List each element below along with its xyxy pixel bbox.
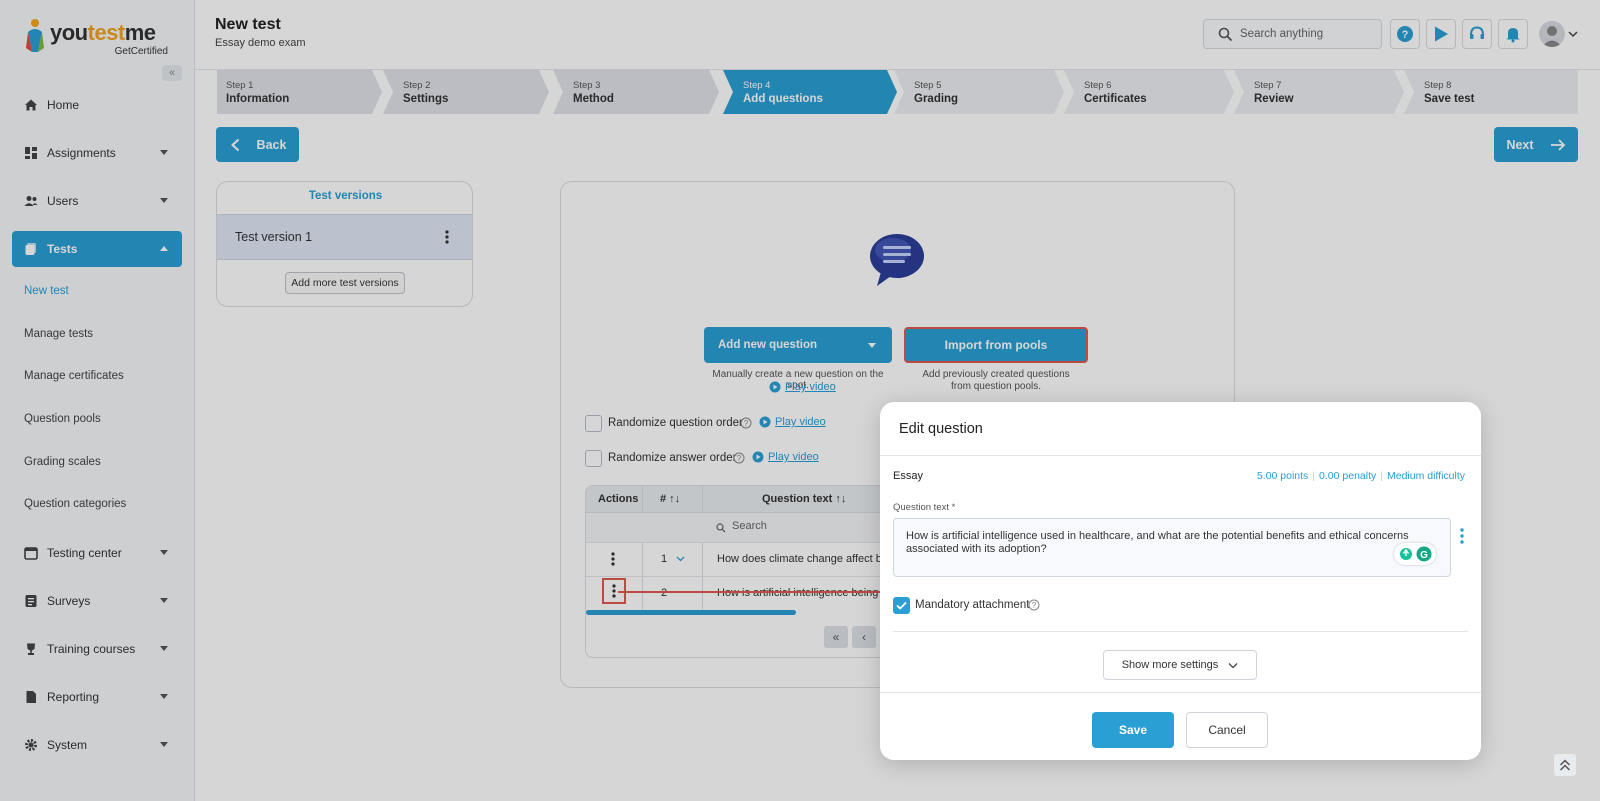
penalty-link[interactable]: 0.00 penalty	[1319, 470, 1376, 482]
svg-text:?: ?	[1032, 601, 1037, 610]
save-button[interactable]: Save	[1092, 712, 1174, 748]
checkmark-icon	[896, 601, 907, 610]
question-meta: 5.00 points | 0.00 penalty | Medium diff…	[1256, 470, 1465, 482]
mandatory-attachment-label: Mandatory attachment	[915, 599, 1030, 611]
chevron-down-icon	[1228, 662, 1238, 668]
edit-question-modal: Edit question Essay 5.00 points | 0.00 p…	[880, 402, 1481, 760]
lightbulb-icon	[1400, 548, 1412, 560]
editor-menu-icon[interactable]	[1460, 528, 1464, 544]
points-link[interactable]: 5.00 points	[1257, 470, 1308, 482]
grammarly-icon: G	[1416, 546, 1432, 562]
scroll-top-button[interactable]	[1554, 754, 1576, 776]
modal-title: Edit question	[899, 421, 983, 437]
question-text-label: Question text *	[893, 502, 956, 513]
double-chevron-up-icon	[1559, 759, 1571, 771]
help-circle-icon[interactable]: ?	[1028, 599, 1040, 611]
svg-text:G: G	[1420, 550, 1428, 561]
question-type: Essay	[893, 470, 923, 482]
grammar-widget[interactable]: G	[1394, 543, 1436, 565]
difficulty-link[interactable]: Medium difficulty	[1387, 470, 1465, 482]
mandatory-attachment-checkbox[interactable]	[893, 597, 910, 614]
question-text-input[interactable]: How is artificial intelligence used in h…	[893, 518, 1451, 577]
cancel-button[interactable]: Cancel	[1186, 712, 1268, 748]
show-more-settings-button[interactable]: Show more settings	[1103, 650, 1257, 680]
